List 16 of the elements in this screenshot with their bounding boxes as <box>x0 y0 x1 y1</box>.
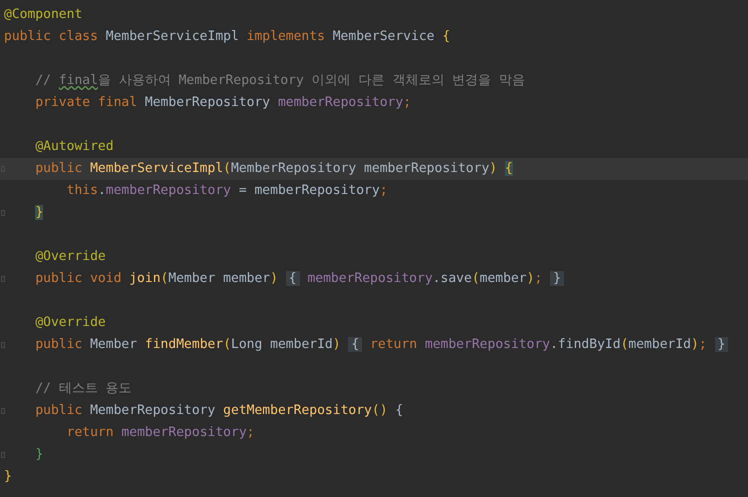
code-line: public void join(Member member) { memberRepository.save(member); } <box>4 271 564 286</box>
code-line: } <box>4 469 12 484</box>
code-line: @Component <box>4 7 82 22</box>
code-line: public MemberRepository getMemberRepository() { <box>34 403 404 418</box>
code-line: // 테스트 용도 <box>34 381 132 396</box>
code-line: this.memberRepository = memberRepository; <box>66 183 388 198</box>
code-line: public Member findMember(Long memberId) { return memberRepository.findById(memberId); } <box>4 337 728 352</box>
code-line: @Override <box>34 315 106 330</box>
code-line: public MemberServiceImpl(MemberRepository memberRepository) { <box>34 161 513 176</box>
code-line: @Override <box>34 249 106 264</box>
code-line: return memberRepository; <box>66 425 254 440</box>
code-line: // final을 사용하여 MemberRepository 이외에 다른 객체로의 변경을 막음 <box>34 73 525 88</box>
code-line: } <box>34 447 44 462</box>
code-line: @Autowired <box>34 139 114 154</box>
code-line: public class MemberServiceImpl implements MemberService { <box>4 29 450 44</box>
code-line: private final MemberRepository memberRepository; <box>34 95 412 110</box>
